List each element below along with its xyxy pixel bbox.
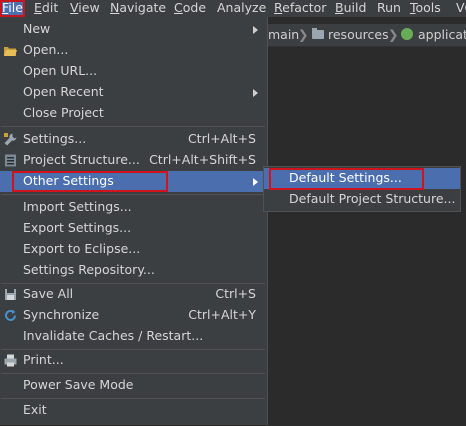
- menu-build-rest: uild: [343, 0, 367, 15]
- menu-item-synchronize[interactable]: Synchronize Ctrl+Alt+Y: [0, 305, 266, 326]
- menu-item-shortcut: Ctrl+S: [215, 286, 256, 301]
- menu-tools-rest: ools: [415, 0, 441, 15]
- menu-separator: [1, 126, 265, 127]
- menu-item-settings-repository[interactable]: Settings Repository...: [0, 260, 266, 281]
- breadcrumb-main[interactable]: main: [268, 27, 299, 43]
- editor-area[interactable]: [268, 46, 466, 426]
- menu-edit-rest: dit: [41, 0, 59, 15]
- menu-item-print[interactable]: Print...: [0, 350, 266, 371]
- project-structure-icon: [5, 154, 16, 167]
- menu-item-label: Exit: [23, 402, 47, 417]
- menu-item-label: Settings...: [23, 131, 87, 146]
- menu-item-label: Synchronize: [23, 307, 100, 322]
- menu-item-label: Open URL...: [23, 63, 98, 78]
- menu-item-label: Open Recent: [23, 84, 104, 99]
- menu-separator: [1, 373, 265, 374]
- menu-item-label: New: [23, 21, 51, 36]
- breadcrumb-separator: ❯: [298, 27, 309, 42]
- submenu-arrow-icon: [253, 89, 258, 97]
- menu-item-label: Settings Repository...: [23, 262, 155, 277]
- menu-item-label: Save All: [23, 286, 74, 301]
- menu-item-label: Close Project: [23, 105, 104, 120]
- menu-vcs[interactable]: VC: [454, 0, 466, 17]
- menu-view[interactable]: View: [68, 0, 102, 17]
- spring-leaf-icon: [401, 28, 413, 40]
- menu-analyze-label: Analyze: [217, 0, 267, 15]
- menu-item-label: Project Structure...: [23, 152, 140, 167]
- menu-vcs-label: VC: [456, 0, 466, 15]
- breadcrumb-separator: ❯: [388, 27, 399, 42]
- menu-item-label: Invalidate Caches / Restart...: [23, 328, 204, 343]
- menu-item-exit[interactable]: Exit: [0, 400, 266, 421]
- menu-item-label: Export to Eclipse...: [23, 241, 141, 256]
- menu-file[interactable]: File: [0, 0, 25, 17]
- menu-item-shortcut: Ctrl+Alt+S: [187, 131, 256, 146]
- menu-item-other-settings[interactable]: Other Settings: [0, 171, 266, 192]
- annotation-highlight-box: [269, 168, 424, 190]
- menu-item-settings[interactable]: Settings... Ctrl+Alt+S: [0, 129, 266, 150]
- wrench-icon: [4, 133, 17, 146]
- menu-tools[interactable]: Tools: [408, 0, 443, 17]
- menu-item-label: Power Save Mode: [23, 377, 134, 392]
- menu-run[interactable]: Run: [375, 0, 403, 17]
- menu-build[interactable]: Build: [333, 0, 368, 17]
- menu-item-label: Export Settings...: [23, 220, 132, 235]
- menu-item-open[interactable]: Open...: [0, 40, 266, 61]
- submenu-item-default-settings[interactable]: Default Settings...: [264, 168, 460, 190]
- menu-code-rest: ode: [182, 0, 207, 15]
- menu-build-mnemonic: B: [335, 0, 344, 15]
- submenu-arrow-icon: [253, 26, 258, 34]
- breadcrumb-resources[interactable]: resources: [328, 27, 389, 43]
- menu-navigate-mnemonic: N: [110, 0, 120, 15]
- menu-refactor-mnemonic: R: [274, 0, 283, 15]
- menu-item-save-all[interactable]: Save All Ctrl+S: [0, 284, 266, 305]
- menu-separator: [1, 194, 265, 195]
- annotation-highlight-box: [12, 171, 168, 192]
- menu-file-rest: ile: [8, 0, 23, 15]
- menu-edit[interactable]: Edit: [32, 0, 60, 17]
- menu-item-project-structure[interactable]: Project Structure... Ctrl+Alt+Shift+S: [0, 150, 266, 171]
- menu-item-shortcut: Ctrl+Alt+Y: [188, 307, 256, 322]
- breadcrumb-application[interactable]: applicati: [418, 27, 466, 43]
- menu-refactor[interactable]: Refactor: [272, 0, 328, 17]
- menu-item-invalidate-caches[interactable]: Invalidate Caches / Restart...: [0, 326, 266, 347]
- open-folder-icon: [4, 47, 17, 56]
- menu-item-shortcut: Ctrl+Alt+Shift+S: [149, 152, 256, 167]
- menu-navigate-rest: avigate: [119, 0, 167, 15]
- menu-code[interactable]: Code: [172, 0, 208, 17]
- other-settings-submenu: Default Settings... Default Project Stru…: [263, 166, 461, 212]
- menu-item-export-settings[interactable]: Export Settings...: [0, 218, 266, 239]
- menu-item-open-url[interactable]: Open URL...: [0, 61, 266, 82]
- menu-item-export-eclipse[interactable]: Export to Eclipse...: [0, 239, 266, 260]
- menu-item-power-save-mode[interactable]: Power Save Mode: [0, 375, 266, 396]
- menu-separator: [1, 398, 265, 399]
- refresh-icon: [5, 309, 16, 321]
- save-icon: [5, 289, 16, 300]
- menu-navigate[interactable]: Navigate: [108, 0, 168, 17]
- submenu-arrow-icon: [253, 178, 258, 186]
- printer-icon: [4, 354, 17, 367]
- menu-item-label: Print...: [23, 352, 64, 367]
- breadcrumb: main ❯ resources ❯ applicati: [268, 24, 466, 46]
- submenu-item-default-project-structure[interactable]: Default Project Structure...: [264, 189, 460, 210]
- menu-item-open-recent[interactable]: Open Recent: [0, 82, 266, 103]
- menu-edit-mnemonic: E: [34, 0, 42, 15]
- submenu-item-label: Default Project Structure...: [289, 191, 456, 206]
- menu-code-mnemonic: C: [174, 0, 183, 15]
- menu-item-label: Import Settings...: [23, 199, 132, 214]
- file-menu: New Open... Open URL... Open Recent Clos…: [0, 17, 268, 425]
- folder-icon: [312, 28, 324, 39]
- menu-analyze[interactable]: Analyze: [215, 0, 268, 17]
- menu-run-label: Run: [377, 0, 401, 15]
- menu-refactor-rest: efactor: [282, 0, 327, 15]
- menu-item-close-project[interactable]: Close Project: [0, 103, 266, 124]
- menu-bar: File Edit View Navigate Code Analyze Ref…: [0, 0, 466, 17]
- menu-view-rest: iew: [78, 0, 100, 15]
- menu-item-new[interactable]: New: [0, 19, 266, 40]
- menu-item-import-settings[interactable]: Import Settings...: [0, 197, 266, 218]
- menu-item-label: Open...: [23, 42, 69, 57]
